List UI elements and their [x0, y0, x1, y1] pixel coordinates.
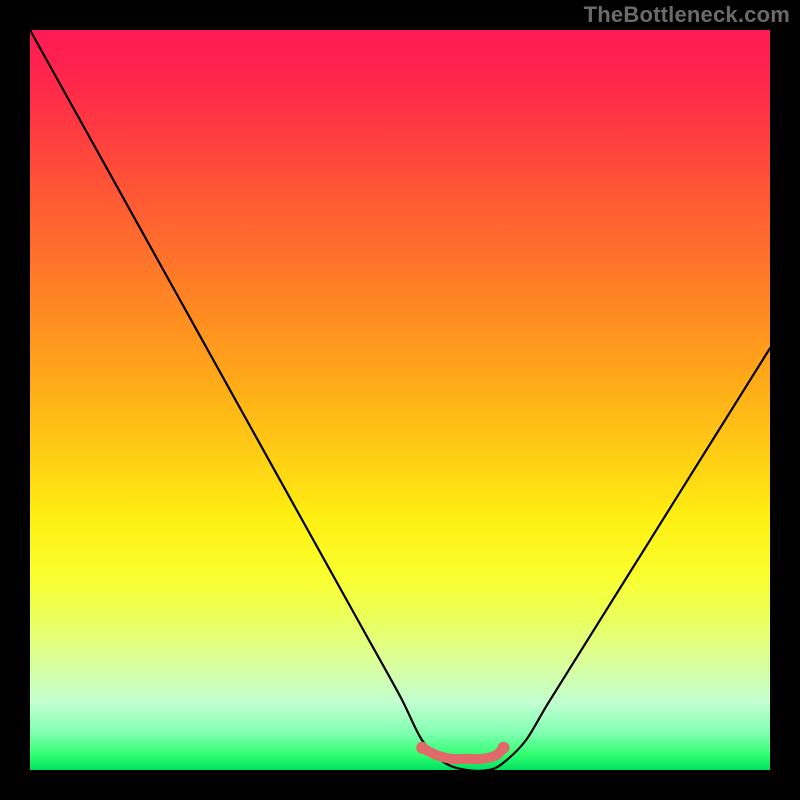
- bottleneck-curve-path: [30, 30, 770, 770]
- flat-bottom-end-dot: [498, 742, 510, 754]
- flat-bottom-start-dot: [416, 742, 428, 754]
- chart-frame: TheBottleneck.com: [0, 0, 800, 800]
- curve-svg: [30, 30, 770, 770]
- watermark-text: TheBottleneck.com: [584, 2, 790, 28]
- flat-bottom-marker-path: [422, 748, 503, 759]
- plot-area: [30, 30, 770, 770]
